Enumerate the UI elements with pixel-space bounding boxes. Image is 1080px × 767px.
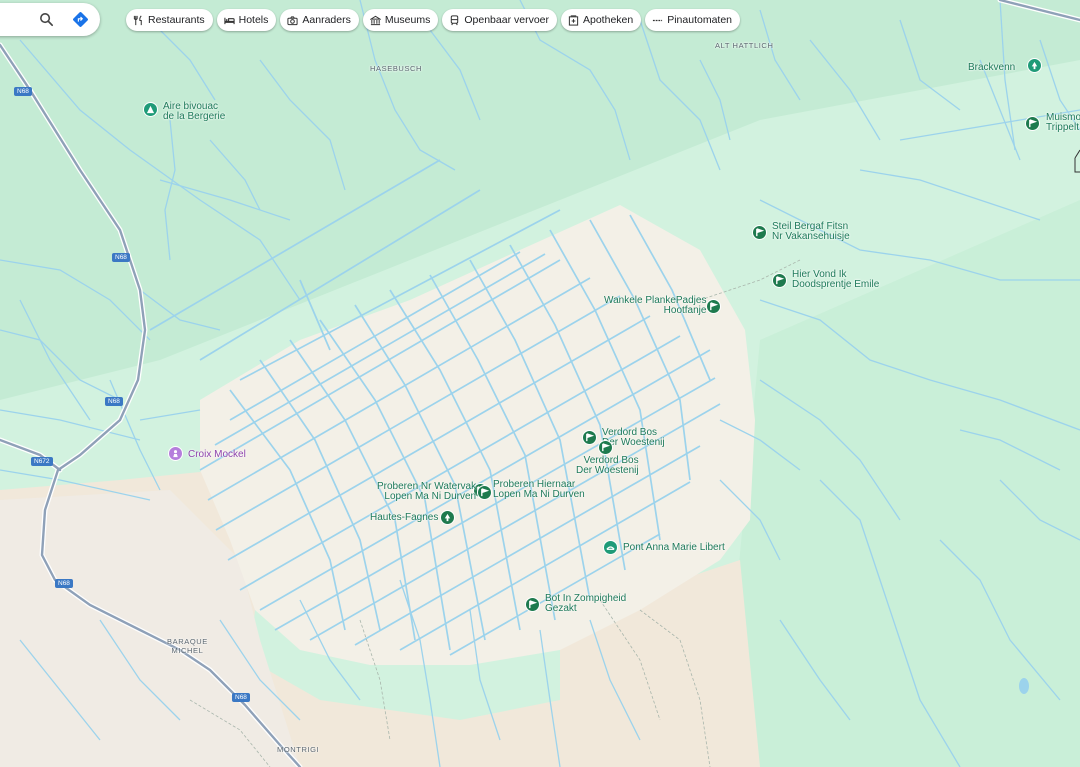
search-box[interactable]: [0, 3, 100, 36]
chip-label: Museums: [384, 14, 431, 26]
campsite-pin-icon[interactable]: [143, 102, 158, 117]
train-icon: [451, 14, 459, 25]
museum-icon: [369, 15, 381, 25]
road-shield: N68: [105, 397, 123, 406]
poi-label[interactable]: Pont Anna Marie Libert: [623, 543, 725, 553]
flag-pin-icon[interactable]: [598, 440, 613, 455]
chip-aanraders[interactable]: Aanraders: [280, 9, 359, 31]
chip-openbaar-vervoer[interactable]: Openbaar vervoer: [442, 9, 557, 31]
flag-icon: [481, 488, 489, 497]
chip-apotheken[interactable]: Apotheken: [561, 9, 642, 31]
poi-label[interactable]: Hier Vond Ik Doodsprentje Emile: [792, 270, 879, 290]
flag-icon: [710, 302, 718, 311]
flag-icon: [586, 433, 594, 442]
fork-knife-icon: [133, 15, 142, 25]
bridge-icon: [606, 546, 615, 550]
chip-label: Aanraders: [302, 14, 351, 26]
flag-pin-icon[interactable]: [706, 299, 721, 314]
chip-hotels[interactable]: Hotels: [216, 9, 277, 31]
tree-icon: [444, 513, 451, 522]
poi-label[interactable]: Proberen Hiernaar Lopen Ma Ni Durven: [493, 480, 585, 500]
park-pin-icon[interactable]: [1027, 58, 1042, 73]
search-icon[interactable]: [38, 11, 55, 28]
atm-icon: [653, 19, 663, 21]
road-shield: N68: [232, 693, 250, 702]
poi-label[interactable]: Verdord Bos Der Woestenij: [576, 456, 639, 476]
poi-label[interactable]: Bot In Zompigheid Gezakt: [545, 594, 626, 614]
poi-label[interactable]: Steil Bergaf Fitsn Nr Vakansehuisje: [772, 222, 850, 242]
chip-label: Pinautomaten: [667, 14, 733, 26]
bed-icon: [223, 17, 235, 24]
chip-pinautomaten[interactable]: Pinautomaten: [645, 9, 741, 31]
flag-icon: [756, 228, 764, 237]
bridge-pin-icon[interactable]: [603, 540, 618, 555]
place-label[interactable]: ALT HATTLICH: [715, 41, 773, 50]
road-shield: N68: [55, 579, 73, 588]
place-label[interactable]: HASEBUSCH: [370, 64, 422, 73]
chip-label: Hotels: [238, 14, 269, 26]
flag-pin-icon[interactable]: [1025, 116, 1040, 131]
pharmacy-icon: [568, 14, 579, 26]
flag-icon: [776, 276, 784, 285]
monument-pin-icon[interactable]: [168, 446, 183, 461]
flag-icon: [602, 443, 610, 452]
map-canvas[interactable]: [0, 0, 1080, 767]
road-shield: N68: [112, 253, 130, 262]
chip-restaurants[interactable]: Restaurants: [126, 9, 213, 31]
poi-label[interactable]: Proberen Nr Watervak Lopen Ma Ni Durven: [377, 482, 476, 502]
flag-icon: [1029, 119, 1037, 128]
poi-label[interactable]: Aire bivouac de la Bergerie: [163, 102, 225, 122]
poi-label[interactable]: Croix Mockel: [188, 450, 246, 460]
flag-pin-icon[interactable]: [772, 273, 787, 288]
directions-icon[interactable]: [72, 11, 89, 28]
place-label[interactable]: BARAQUE MICHEL: [167, 637, 208, 655]
place-label[interactable]: MONTRIGI: [277, 745, 319, 754]
chip-label: Openbaar vervoer: [464, 14, 549, 26]
flag-icon: [529, 600, 537, 609]
tent-icon: [146, 105, 155, 114]
flag-pin-icon[interactable]: [582, 430, 597, 445]
poi-label[interactable]: Muismo Trippelt: [1046, 113, 1080, 133]
poi-label[interactable]: Brackvenn: [968, 63, 1015, 73]
poi-label[interactable]: Wankele PlankePadjes Hootfanje: [604, 296, 706, 316]
tree-icon: [1031, 61, 1038, 70]
chip-museums[interactable]: Museums: [362, 9, 439, 31]
flag-pin-icon[interactable]: [477, 485, 492, 500]
chip-label: Restaurants: [148, 14, 205, 26]
road-shield: N68: [14, 87, 32, 96]
chip-label: Apotheken: [583, 14, 634, 26]
park-pin-icon[interactable]: [440, 510, 455, 525]
flag-pin-icon[interactable]: [752, 225, 767, 240]
flag-pin-icon[interactable]: [525, 597, 540, 612]
road-shield: N672: [31, 457, 53, 466]
person-icon: [173, 450, 178, 458]
camera-icon: [287, 15, 298, 25]
poi-label[interactable]: Hautes-Fagnes: [370, 513, 438, 523]
category-chips: Restaurants Hotels Aanraders Museums Ope…: [126, 9, 741, 31]
